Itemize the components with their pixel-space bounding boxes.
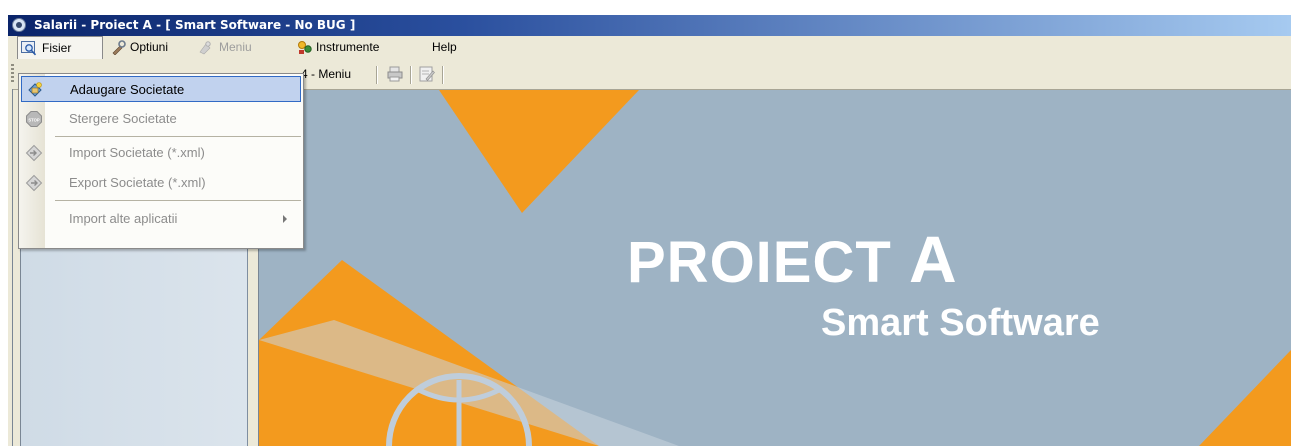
menu-separator (55, 136, 301, 137)
menu-instrumente-label: Instrumente (316, 40, 380, 54)
toolbar-separator (442, 66, 444, 84)
orange-shape-top (439, 90, 639, 213)
menu-separator (55, 200, 301, 201)
menu-item-export-societate[interactable]: Export Societate (*.xml) (21, 170, 301, 196)
menu-bar: Fisier Optiuni Meniu Instrumente Help (8, 36, 1291, 59)
app-eye-icon[interactable] (12, 18, 26, 32)
menu-item-label: Adaugare Societate (70, 82, 185, 97)
menu-meniu[interactable]: Meniu (194, 36, 270, 59)
menu-help[interactable]: Help (432, 36, 472, 59)
tools-icon (112, 40, 126, 55)
import-icon (25, 144, 43, 162)
splash-area: PROIECT A Smart Software (259, 90, 1291, 446)
add-company-icon (28, 82, 42, 97)
window-title: Salarii - Proiect A - [ Smart Software -… (34, 18, 356, 32)
edit-document-icon[interactable] (418, 65, 436, 83)
search-icon (21, 41, 37, 56)
stop-icon: STOP (26, 111, 42, 127)
window-left-edge (8, 89, 13, 446)
svg-text:STOP: STOP (28, 117, 40, 122)
menu-item-import-societate[interactable]: Import Societate (*.xml) (21, 140, 301, 166)
menu-item-label: Import alte aplicatii (69, 211, 178, 226)
menu-fisier-label: Fisier (42, 41, 72, 55)
menu-item-label: Import Societate (*.xml) (69, 145, 205, 160)
menu-item-adaugare-societate[interactable]: Adaugare Societate (21, 76, 301, 102)
menu-item-label: Stergere Societate (69, 111, 177, 126)
toolbar-menu-button[interactable]: 4 - Meniu (301, 67, 351, 81)
toolbar-separator (410, 66, 412, 84)
app-window: Salarii - Proiect A - [ Smart Software -… (8, 15, 1291, 446)
toolbar-separator (376, 66, 378, 84)
splash-title-letter: A (908, 222, 958, 296)
menu-icon (199, 41, 211, 55)
menu-optiuni[interactable]: Optiuni (108, 36, 190, 59)
splash-title: PROIECT A (627, 226, 958, 292)
export-icon (25, 174, 43, 192)
toolbar-grip[interactable] (11, 64, 14, 84)
menu-item-label: Export Societate (*.xml) (69, 175, 206, 190)
menu-fisier[interactable]: Fisier (17, 36, 103, 59)
menu-help-label: Help (432, 40, 457, 54)
menu-meniu-label: Meniu (219, 40, 252, 54)
title-bar[interactable]: Salarii - Proiect A - [ Smart Software -… (8, 15, 1291, 36)
menu-item-import-alte-aplicatii[interactable]: Import alte aplicatii (21, 206, 301, 232)
printer-icon[interactable] (386, 65, 404, 83)
instruments-icon (298, 41, 312, 54)
splash-subtitle: Smart Software (821, 302, 1100, 344)
menu-instrumente[interactable]: Instrumente (294, 36, 406, 59)
splash-title-word: PROIECT (627, 230, 892, 295)
menu-item-stergere-societate[interactable]: STOP Stergere Societate (21, 106, 301, 132)
submenu-arrow-icon (283, 215, 287, 223)
menu-optiuni-label: Optiuni (130, 40, 169, 54)
fisier-dropdown-menu: Adaugare Societate STOP Stergere Societa… (18, 73, 304, 249)
orange-shape-right (1199, 350, 1291, 446)
